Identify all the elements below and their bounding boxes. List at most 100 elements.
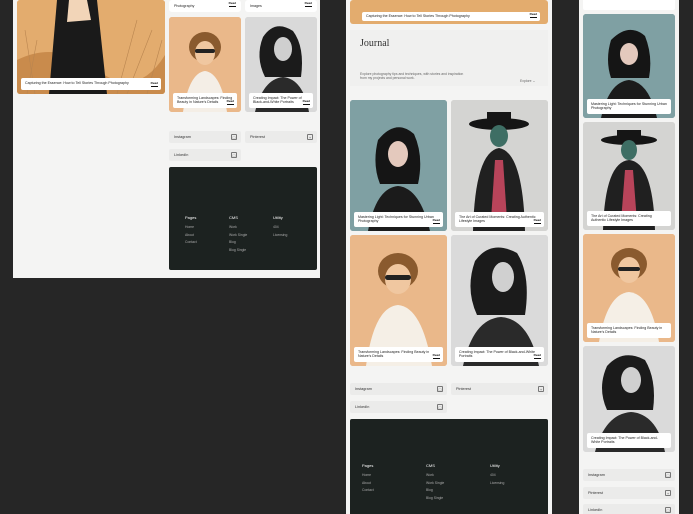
plus-icon: + <box>538 386 544 392</box>
plus-icon: + <box>307 134 313 140</box>
curated-moments-title: The Art of Curated Moments: Creating Aut… <box>459 214 536 224</box>
transforming-mid-caption: Transforming Landscapes: Finding Beauty … <box>354 346 443 362</box>
mobile-transforming-title: Transforming Landscapes: Finding Beauty … <box>591 325 663 335</box>
mobile-transforming-caption: Transforming Landscapes: Finding Beauty … <box>587 322 671 338</box>
top-card-1[interactable]: Photography Read <box>169 0 241 12</box>
linkedin-label: LinkedIn <box>174 153 189 157</box>
instagram-link[interactable]: Instagram □ <box>583 469 675 481</box>
read-link[interactable]: Read <box>226 99 234 105</box>
footer-heading: Utility <box>490 463 500 468</box>
filter-dropdown[interactable]: Explore ⌄ <box>520 79 535 83</box>
instagram-label: Instagram <box>355 387 372 391</box>
top-card-1-title: Photography <box>174 4 195 8</box>
footer-link[interactable]: Blog <box>426 488 444 492</box>
footer-heading: Pages <box>362 463 374 468</box>
plus-icon: + <box>665 490 671 496</box>
impact-mid-caption: Creating Impact: The Power of Black-and-… <box>455 346 544 362</box>
post-card-impact[interactable]: Creating Impact: The Power of Black-and-… <box>245 17 317 112</box>
transforming-mid-title: Transforming Landscapes: Finding Beauty … <box>358 349 430 359</box>
square-icon: □ <box>231 134 237 140</box>
footer-link[interactable]: Work <box>426 473 444 477</box>
journal-intro: Explore photography tips and techniques,… <box>360 72 464 81</box>
pinterest-link[interactable]: Pinterest + <box>245 131 317 143</box>
read-link[interactable]: Read <box>228 1 236 7</box>
instagram-label: Instagram <box>174 135 191 139</box>
read-link[interactable]: Read <box>150 81 158 87</box>
read-link[interactable]: Read <box>432 218 440 224</box>
read-link[interactable]: Read <box>533 218 541 224</box>
square-icon: □ <box>437 386 443 392</box>
post-card-impact-mid[interactable]: Creating Impact: The Power of Black-and-… <box>451 235 548 366</box>
read-link[interactable]: Read <box>302 99 310 105</box>
top-card-2-title: Images <box>250 4 262 8</box>
footer-link[interactable]: 404 <box>273 225 287 229</box>
footer-col-pages: Pages Home About Contact <box>362 463 374 496</box>
footer-link[interactable]: About <box>362 481 374 485</box>
footer-link[interactable]: Home <box>185 225 197 229</box>
footer-col-pages: Pages Home About Contact <box>185 215 197 248</box>
post-card-transforming-mid[interactable]: Transforming Landscapes: Finding Beauty … <box>350 235 447 366</box>
hero-post-card[interactable]: Capturing the Essence: How to Tell Stori… <box>17 0 165 94</box>
footer-heading: CMS <box>426 463 435 468</box>
linkedin-link[interactable]: LinkedIn □ <box>350 401 447 413</box>
top-card-2[interactable]: Images Read <box>245 0 317 12</box>
pinterest-link[interactable]: Pinterest + <box>451 383 548 395</box>
square-icon: □ <box>665 507 671 513</box>
post-card-curated-moments[interactable]: The Art of Curated Moments: Creating Aut… <box>451 100 548 231</box>
footer-link[interactable]: Blog Single <box>426 496 444 500</box>
footer-link[interactable]: Home <box>362 473 374 477</box>
instagram-link[interactable]: Instagram □ <box>169 131 241 143</box>
footer-link[interactable]: Licensing <box>273 233 287 237</box>
footer-link[interactable]: Licensing <box>490 481 504 485</box>
footer-col-cms: CMS Work Work Single Blog Blog Single <box>229 215 247 255</box>
mobile-card-curated[interactable]: The Art of Curated Moments: Creating Aut… <box>583 122 675 230</box>
read-link[interactable]: Read <box>533 353 541 359</box>
pinterest-label: Pinterest <box>456 387 471 391</box>
post-card-impact-caption: Creating Impact: The Power of Black-and-… <box>249 92 313 108</box>
impact-mid-title: Creating Impact: The Power of Black-and-… <box>459 349 536 359</box>
top-card-2-caption: Images Read <box>247 1 315 10</box>
linkedin-link[interactable]: LinkedIn □ <box>583 504 675 514</box>
hero-caption: Capturing the Essence: How to Tell Stori… <box>21 78 161 90</box>
pinterest-link[interactable]: Pinterest + <box>583 487 675 499</box>
mobile-curated-caption: The Art of Curated Moments: Creating Aut… <box>587 210 671 226</box>
footer-link[interactable]: Blog <box>229 240 247 244</box>
mobile-card-mastering-light[interactable]: Mastering Light: Techniques for Stunning… <box>583 14 675 118</box>
read-link[interactable]: Read <box>304 1 312 7</box>
footer-link[interactable]: About <box>185 233 197 237</box>
hero-mid-title: Capturing the Essence: How to Tell Stori… <box>366 14 470 18</box>
footer-heading: CMS <box>229 215 238 220</box>
post-card-mastering-light[interactable]: Mastering Light: Techniques for Stunning… <box>350 100 447 231</box>
mobile-preview-frame: Mastering Light: Techniques for Stunning… <box>579 0 679 514</box>
mobile-impact-caption: Creating Impact: The Power of Black-and-… <box>587 432 671 448</box>
linkedin-link[interactable]: LinkedIn □ <box>169 149 241 161</box>
footer-link[interactable]: Contact <box>362 488 374 492</box>
middle-preview-frame: Capturing the Essence: How to Tell Stori… <box>346 0 552 514</box>
footer-col-cms: CMS Work Work Single Blog Blog Single <box>426 463 444 503</box>
linkedin-label: LinkedIn <box>588 508 603 512</box>
top-card-1-caption: Photography Read <box>171 1 239 10</box>
mobile-mastering-light-title: Mastering Light: Techniques for Stunning… <box>591 101 667 111</box>
read-link[interactable]: Read <box>432 353 440 359</box>
linkedin-label: LinkedIn <box>355 405 370 409</box>
footer-link[interactable]: Contact <box>185 240 197 244</box>
post-card-impact-title: Creating Impact: The Power of Black-and-… <box>253 95 302 105</box>
footer-heading: Utility <box>273 215 283 220</box>
mastering-light-caption: Mastering Light: Techniques for Stunning… <box>354 211 443 227</box>
pinterest-label: Pinterest <box>250 135 265 139</box>
mobile-mastering-light-caption: Mastering Light: Techniques for Stunning… <box>587 98 671 114</box>
footer-link[interactable]: Blog Single <box>229 248 247 252</box>
post-card-transforming[interactable]: Transforming Landscapes: Finding Beauty … <box>169 17 241 112</box>
journal-header: Journal Explore photography tips and tec… <box>350 30 548 86</box>
read-link[interactable]: Read <box>529 12 537 18</box>
footer-link[interactable]: Work <box>229 225 247 229</box>
hero-post-card-mid[interactable]: Capturing the Essence: How to Tell Stori… <box>350 0 548 24</box>
footer-link[interactable]: Work Single <box>426 481 444 485</box>
mobile-impact-title: Creating Impact: The Power of Black-and-… <box>591 435 658 445</box>
footer-link[interactable]: Work Single <box>229 233 247 237</box>
mobile-card-impact[interactable]: Creating Impact: The Power of Black-and-… <box>583 346 675 452</box>
mobile-card-transforming[interactable]: Transforming Landscapes: Finding Beauty … <box>583 234 675 342</box>
page-title: Journal <box>360 38 390 49</box>
footer-link[interactable]: 404 <box>490 473 504 477</box>
instagram-link[interactable]: Instagram □ <box>350 383 447 395</box>
